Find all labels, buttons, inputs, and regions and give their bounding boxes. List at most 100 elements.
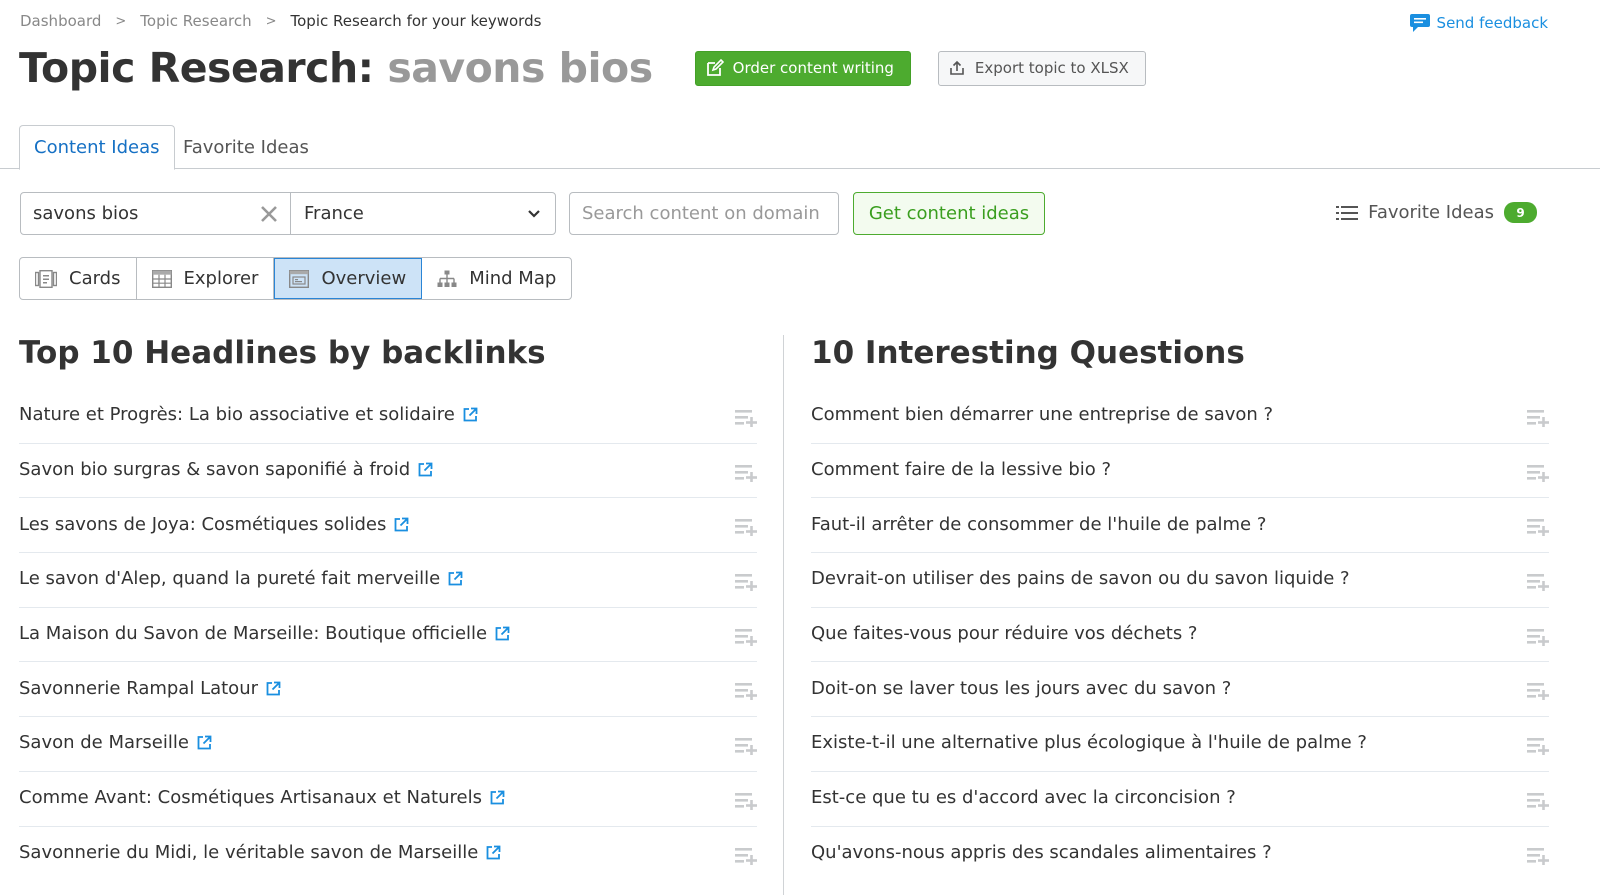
add-to-favorites-icon[interactable] <box>735 518 757 537</box>
send-feedback-link[interactable]: Send feedback <box>1409 13 1548 33</box>
list-item-text-wrap: Les savons de Joya: Cosmétiques solides <box>19 514 409 535</box>
add-to-favorites-icon[interactable] <box>1527 737 1549 755</box>
external-link-icon[interactable] <box>486 845 501 860</box>
external-link-icon[interactable] <box>418 462 433 477</box>
list-item-text-wrap: Que faites-vous pour réduire vos déchets… <box>811 623 1197 644</box>
view-overview[interactable]: Overview <box>274 258 423 299</box>
keyword-input[interactable]: savons bios <box>21 193 291 234</box>
external-link-icon[interactable] <box>448 571 463 586</box>
add-to-favorites-icon[interactable] <box>735 573 757 591</box>
add-to-favorites-icon[interactable] <box>735 464 757 482</box>
add-to-favorites-icon[interactable] <box>1527 792 1549 810</box>
add-to-favorites-icon[interactable] <box>735 792 757 810</box>
external-link-icon[interactable] <box>495 626 510 641</box>
list-item-text: Comment bien démarrer une entreprise de … <box>811 404 1274 426</box>
add-to-favorites-icon[interactable] <box>1527 464 1549 482</box>
export-xlsx-label: Export topic to XLSX <box>974 59 1129 77</box>
external-link-icon[interactable] <box>463 407 478 422</box>
questions-list: Comment bien démarrer une entreprise de … <box>811 389 1549 881</box>
breadcrumb-separator-icon: > <box>265 13 277 29</box>
list-item-text-wrap: Devrait-on utiliser des pains de savon o… <box>811 568 1350 589</box>
list-item-text-wrap: Doit-on se laver tous les jours avec du … <box>811 678 1231 699</box>
list-item-text: Faut-il arrêter de consommer de l'huile … <box>811 513 1267 535</box>
favorite-count-badge: 9 <box>1504 202 1537 223</box>
breadcrumb-dashboard[interactable]: Dashboard <box>20 12 101 30</box>
export-xlsx-button[interactable]: Export topic to XLSX <box>937 50 1146 86</box>
page-title: Topic Research: savons bios <box>19 44 653 92</box>
external-link-icon[interactable] <box>490 790 505 805</box>
add-to-favorites-icon[interactable] <box>735 409 757 427</box>
headline-item: Comme Avant: Cosmétiques Artisanaux et N… <box>19 772 757 827</box>
headline-item: Savonnerie du Midi, le véritable savon d… <box>19 827 757 882</box>
list-item-text-wrap: Savonnerie du Midi, le véritable savon d… <box>19 842 501 863</box>
questions-section: 10 Interesting Questions Comment bien dé… <box>811 335 1549 881</box>
list-item-text[interactable]: Savon bio surgras & savon saponifié à fr… <box>19 459 410 480</box>
add-to-favorites-icon[interactable] <box>1527 628 1549 646</box>
question-item: Devrait-on utiliser des pains de savon o… <box>811 553 1549 608</box>
list-item-text[interactable]: Le savon d'Alep, quand la pureté fait me… <box>19 568 440 589</box>
view-mind-map[interactable]: Mind Map <box>422 258 571 299</box>
breadcrumb-topic-research[interactable]: Topic Research <box>140 12 251 30</box>
tab-content-ideas[interactable]: Content Ideas <box>19 125 175 170</box>
page-title-text: Topic Research: <box>19 44 374 92</box>
question-item: Comment bien démarrer une entreprise de … <box>811 389 1549 444</box>
get-content-ideas-button[interactable]: Get content ideas <box>853 192 1045 235</box>
list-item-text: Qu'avons-nous appris des scandales alime… <box>811 842 1272 864</box>
database-select[interactable]: France <box>291 193 555 234</box>
add-to-favorites-icon[interactable] <box>1527 847 1549 865</box>
external-link-icon[interactable] <box>266 681 281 696</box>
list-item-text-wrap: Qu'avons-nous appris des scandales alime… <box>811 842 1272 863</box>
list-item-text: Existe-t-il une alternative plus écologi… <box>811 732 1367 754</box>
headlines-title: Top 10 Headlines by backlinks <box>19 335 546 371</box>
breadcrumb-separator-icon: > <box>115 13 127 29</box>
add-to-favorites-icon[interactable] <box>1527 518 1549 537</box>
chevron-down-icon <box>528 209 540 218</box>
chat-icon <box>1409 14 1430 32</box>
tab-favorite-ideas[interactable]: Favorite Ideas <box>169 125 323 169</box>
clear-icon[interactable] <box>260 205 278 223</box>
list-item-text[interactable]: Comme Avant: Cosmétiques Artisanaux et N… <box>19 787 482 808</box>
cards-icon <box>35 269 57 288</box>
view-overview-label: Overview <box>321 268 407 289</box>
list-item-text[interactable]: Nature et Progrès: La bio associative et… <box>19 404 455 425</box>
list-item-text-wrap: Comment bien démarrer une entreprise de … <box>811 404 1273 425</box>
list-item-text-wrap: Comment faire de la lessive bio ? <box>811 459 1111 480</box>
headline-item: Nature et Progrès: La bio associative et… <box>19 389 757 444</box>
question-item: Existe-t-il une alternative plus écologi… <box>811 717 1549 772</box>
list-item-text: Est-ce que tu es d'accord avec la circon… <box>811 787 1236 809</box>
list-item-text-wrap: Savon de Marseille <box>19 732 212 753</box>
list-item-text[interactable]: Savonnerie du Midi, le véritable savon d… <box>19 842 478 863</box>
breadcrumb-current: Topic Research for your keywords <box>290 12 542 30</box>
list-item-text-wrap: Existe-t-il une alternative plus écologi… <box>811 732 1367 753</box>
favorite-ideas-button[interactable]: Favorite Ideas 9 <box>1336 202 1537 223</box>
list-item-text: Comment faire de la lessive bio ? <box>811 459 1112 481</box>
list-icon <box>1336 205 1359 220</box>
list-item-text-wrap: La Maison du Savon de Marseille: Boutiqu… <box>19 623 510 644</box>
list-item-text-wrap: Savonnerie Rampal Latour <box>19 678 281 699</box>
list-item-text[interactable]: Les savons de Joya: Cosmétiques solides <box>19 514 386 535</box>
view-mind-map-label: Mind Map <box>469 268 557 289</box>
add-to-favorites-icon[interactable] <box>735 737 757 755</box>
list-item-text: Devrait-on utiliser des pains de savon o… <box>811 568 1350 590</box>
add-to-favorites-icon[interactable] <box>1527 573 1549 591</box>
question-item: Qu'avons-nous appris des scandales alime… <box>811 827 1549 882</box>
order-content-writing-button[interactable]: Order content writing <box>694 50 911 86</box>
external-link-icon[interactable] <box>394 517 409 532</box>
view-cards[interactable]: Cards <box>20 258 137 299</box>
domain-search-input[interactable]: Search content on domain <box>569 192 839 235</box>
add-to-favorites-icon[interactable] <box>735 628 757 646</box>
add-to-favorites-icon[interactable] <box>1527 409 1549 427</box>
view-cards-label: Cards <box>69 268 121 289</box>
add-to-favorites-icon[interactable] <box>1527 682 1549 701</box>
question-item: Doit-on se laver tous les jours avec du … <box>811 662 1549 718</box>
list-item-text[interactable]: Savonnerie Rampal Latour <box>19 678 258 699</box>
add-to-favorites-icon[interactable] <box>735 847 757 865</box>
add-to-favorites-icon[interactable] <box>735 682 757 701</box>
view-explorer[interactable]: Explorer <box>137 258 275 299</box>
external-link-icon[interactable] <box>197 735 212 750</box>
question-item: Est-ce que tu es d'accord avec la circon… <box>811 772 1549 827</box>
list-item-text[interactable]: La Maison du Savon de Marseille: Boutiqu… <box>19 623 487 644</box>
list-item-text[interactable]: Savon de Marseille <box>19 732 189 753</box>
edit-icon <box>706 59 724 76</box>
question-item: Comment faire de la lessive bio ? <box>811 444 1549 499</box>
